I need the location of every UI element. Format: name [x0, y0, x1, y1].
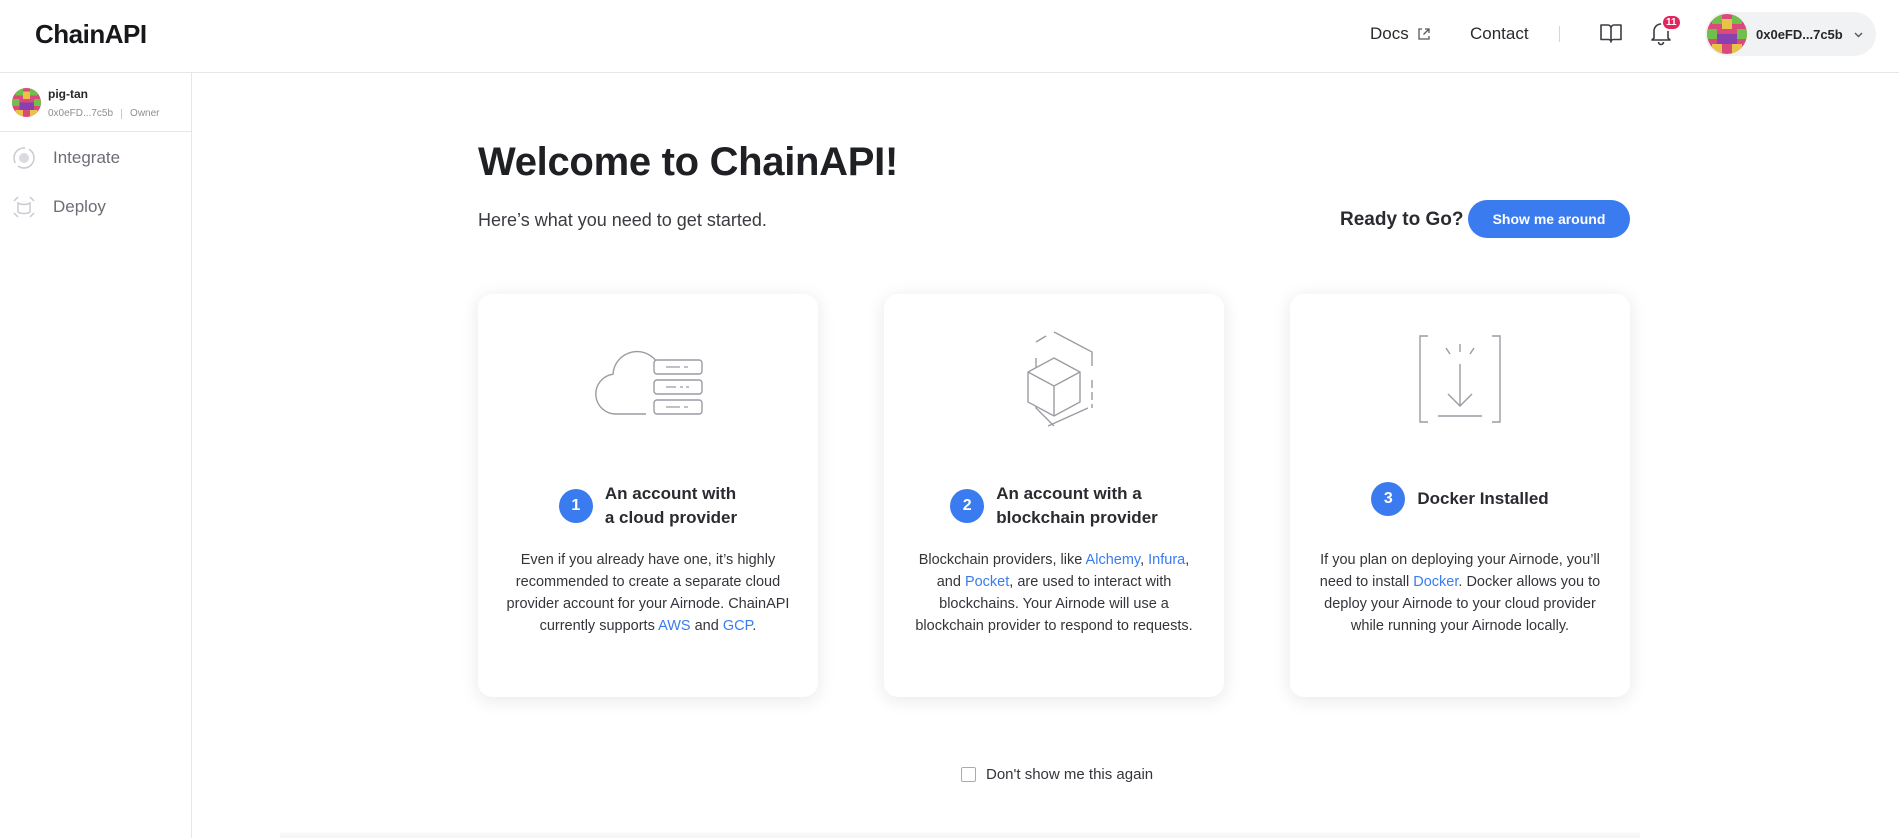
card-description: Even if you already have one, it’s highl… — [500, 549, 796, 637]
nav-contact-link[interactable]: Contact — [1470, 24, 1529, 44]
account-address: 0x0eFD...7c5b — [1756, 26, 1843, 42]
card-description: If you plan on deploying your Airnode, y… — [1312, 549, 1608, 637]
requirement-card-docker: 3 Docker Installed If you plan on deploy… — [1290, 294, 1630, 697]
step-title-line: An account with — [604, 484, 737, 503]
blockchain-cube-icon — [1027, 331, 1093, 427]
org-switcher[interactable]: pig-tan 0x0eFD...7c5b Owner — [0, 73, 191, 132]
step-number: 1 — [558, 489, 593, 523]
step-title: An account with a blockchain provider — [996, 482, 1158, 530]
nav-docs-link[interactable]: Docs — [1370, 24, 1431, 44]
org-meta-divider — [121, 108, 123, 119]
org-address: 0x0eFD...7c5b — [48, 108, 114, 119]
card-text: Blockchain providers, like — [918, 552, 1086, 568]
chainapi-logo[interactable]: ChainAPI — [35, 19, 147, 50]
step-title-line: An account with a — [996, 484, 1142, 503]
card-text: , — [1140, 552, 1149, 568]
sidebar-item-label: Integrate — [53, 148, 121, 167]
gcp-link[interactable]: GCP — [723, 618, 753, 634]
requirement-card-blockchain: 2 An account with a blockchain provider … — [884, 294, 1224, 697]
card-text: . — [752, 618, 757, 634]
sidebar-item-integrate[interactable]: Integrate — [10, 144, 120, 172]
sidebar: pig-tan 0x0eFD...7c5b Owner Integrate De… — [0, 73, 192, 838]
dont-show-again-option[interactable]: Don't show me this again — [961, 766, 1153, 783]
alchemy-link[interactable]: Alchemy — [1086, 552, 1141, 568]
sidebar-item-deploy[interactable]: Deploy — [10, 193, 106, 221]
chevron-down-icon — [1854, 32, 1863, 37]
dont-show-label: Don't show me this again — [986, 766, 1154, 783]
org-avatar — [12, 88, 41, 117]
docker-link[interactable]: Docker — [1413, 574, 1458, 590]
aws-link[interactable]: AWS — [658, 618, 691, 634]
page-title: Welcome to ChainAPI! — [478, 140, 898, 184]
org-meta: 0x0eFD...7c5b Owner — [48, 108, 160, 119]
top-header: ChainAPI Docs Contact 11 0x0eFD...7c5b — [0, 0, 1899, 73]
card-description: Blockchain providers, like Alchemy, Infu… — [906, 549, 1202, 637]
download-box-icon — [1419, 335, 1501, 423]
step-number: 2 — [950, 489, 985, 523]
show-me-around-button[interactable]: Show me around — [1468, 200, 1630, 238]
org-name: pig-tan — [48, 87, 88, 101]
step-header: 2 An account with a blockchain provider — [884, 482, 1224, 530]
step-title: Docker Installed — [1417, 489, 1549, 508]
ready-label: Ready to Go? — [1340, 209, 1464, 230]
book-icon[interactable] — [1598, 20, 1624, 46]
sidebar-item-label: Deploy — [53, 197, 106, 216]
cloud-server-icon — [595, 350, 703, 415]
card-text: and — [690, 618, 723, 634]
step-header: 1 An account with a cloud provider — [478, 482, 818, 530]
nav-divider — [1559, 26, 1560, 42]
requirement-card-cloud: 1 An account with a cloud provider Even … — [478, 294, 818, 697]
nav-docs-label: Docs — [1370, 24, 1409, 43]
dont-show-checkbox[interactable] — [961, 767, 976, 782]
pocket-link[interactable]: Pocket — [965, 574, 1009, 590]
notification-badge: 11 — [1661, 14, 1682, 31]
bottom-shadow — [280, 832, 1640, 838]
account-menu[interactable]: 0x0eFD...7c5b — [1705, 12, 1876, 56]
avatar — [1707, 14, 1747, 54]
org-role: Owner — [130, 108, 160, 119]
step-title-line: a cloud provider — [604, 508, 738, 527]
step-number: 3 — [1371, 482, 1406, 516]
step-title: An account with a cloud provider — [605, 482, 737, 530]
infura-link[interactable]: Infura — [1148, 552, 1185, 568]
integrate-icon — [13, 147, 35, 169]
page-subtitle: Here’s what you need to get started. — [478, 210, 767, 230]
step-title-line: blockchain provider — [996, 508, 1158, 527]
deploy-icon — [13, 196, 35, 218]
step-header: 3 Docker Installed — [1290, 482, 1630, 516]
external-link-icon — [1418, 28, 1430, 40]
